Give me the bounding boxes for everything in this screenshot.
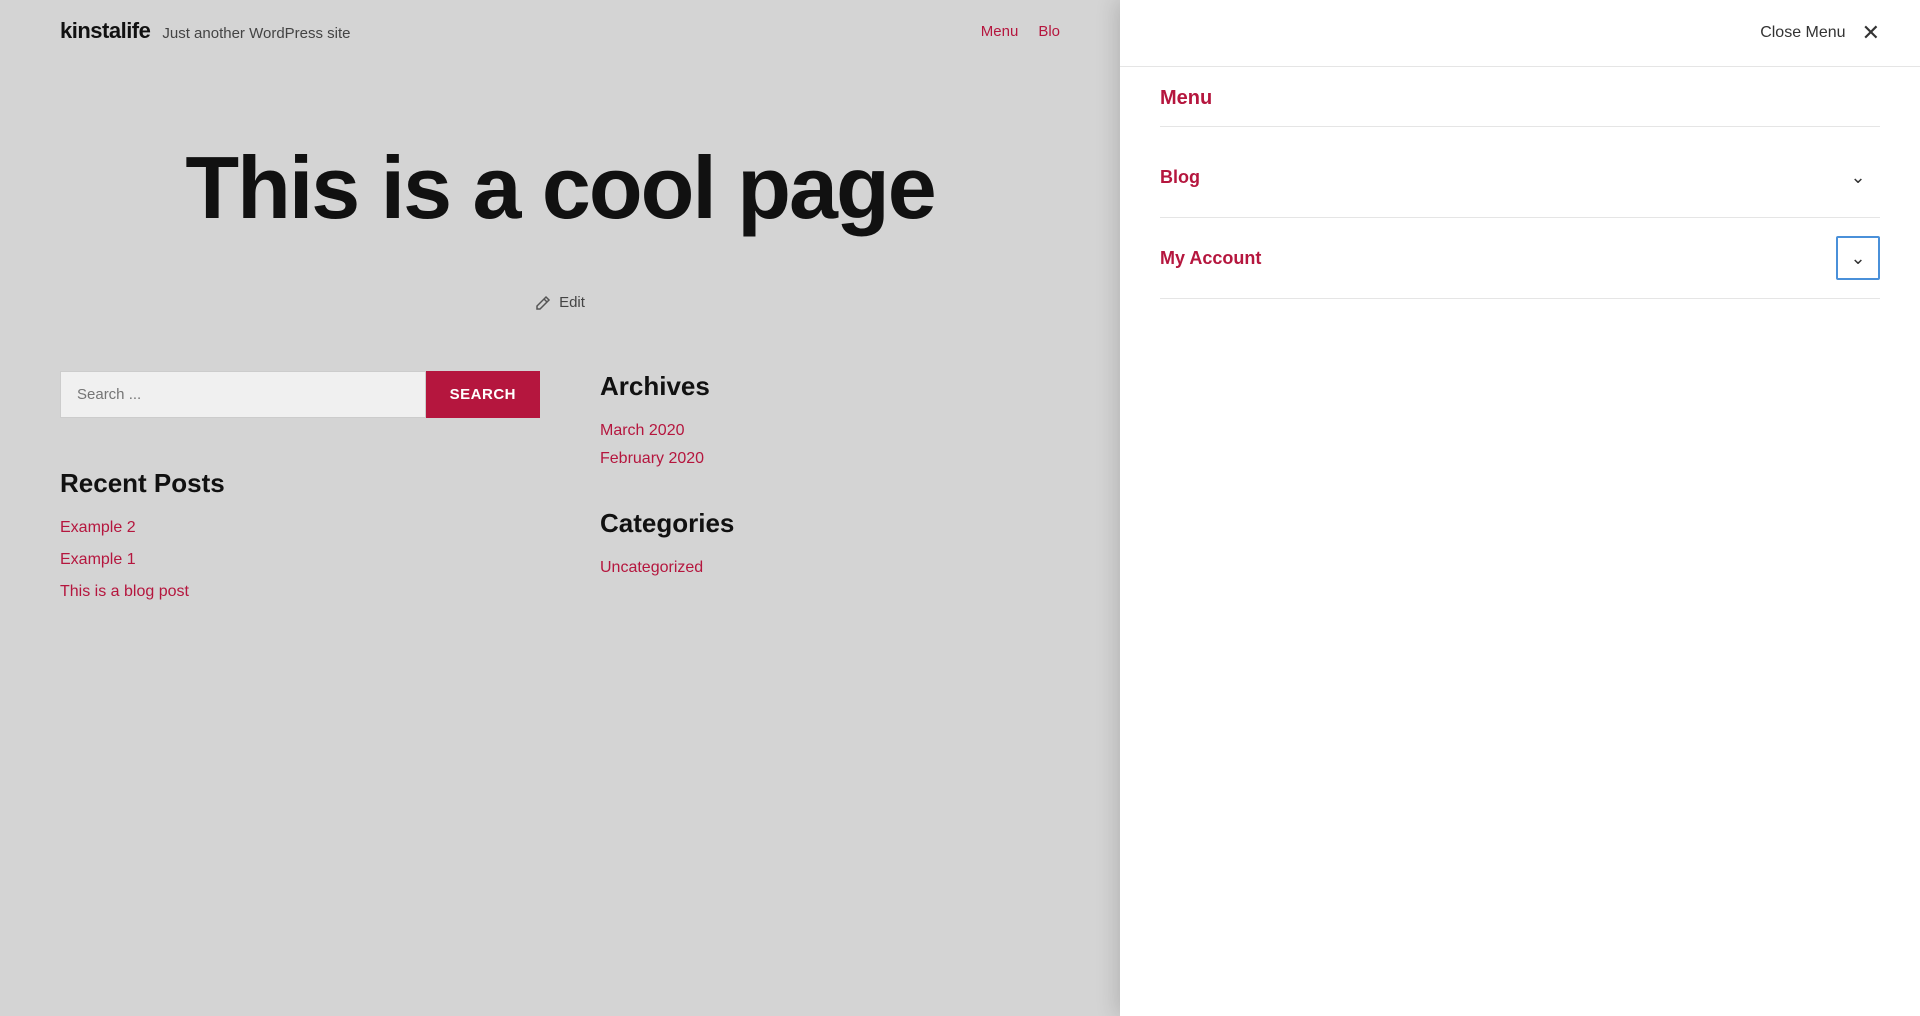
nav-item-my-account-label[interactable]: My Account bbox=[1160, 248, 1261, 269]
blog-chevron-button[interactable]: ⌄ bbox=[1836, 155, 1880, 199]
site-tagline: Just another WordPress site bbox=[162, 25, 350, 42]
page-title: This is a cool page bbox=[185, 142, 934, 234]
categories-title: Categories bbox=[600, 508, 1000, 539]
list-item: Example 1 bbox=[60, 551, 540, 569]
close-menu-label: Close Menu bbox=[1760, 24, 1845, 42]
recent-post-link-1[interactable]: Example 2 bbox=[60, 519, 136, 536]
archives-title: Archives bbox=[600, 371, 1000, 402]
archives-list: March 2020 February 2020 bbox=[600, 422, 1000, 468]
hero-section: This is a cool page bbox=[0, 62, 1120, 274]
recent-posts-title: Recent Posts bbox=[60, 468, 540, 499]
header-nav-blog[interactable]: Blo bbox=[1038, 23, 1060, 40]
list-item: Uncategorized bbox=[600, 559, 1000, 577]
site-header: kinstalife Just another WordPress site M… bbox=[0, 0, 1120, 62]
search-widget: SEARCH bbox=[60, 371, 540, 418]
close-menu-button[interactable]: ✕ bbox=[1862, 22, 1880, 44]
search-button[interactable]: SEARCH bbox=[426, 371, 540, 418]
edit-link[interactable]: Edit bbox=[535, 294, 585, 311]
nav-item-blog[interactable]: Blog ⌄ bbox=[1160, 137, 1880, 218]
site-title: kinstalife bbox=[60, 18, 150, 44]
overlay-header: Close Menu ✕ bbox=[1120, 0, 1920, 67]
edit-label: Edit bbox=[559, 294, 585, 311]
widgets-area: SEARCH Recent Posts Example 2 Example 1 bbox=[60, 371, 540, 641]
list-item: Example 2 bbox=[60, 519, 540, 537]
content-area: SEARCH Recent Posts Example 2 Example 1 bbox=[0, 371, 1120, 701]
categories-list: Uncategorized bbox=[600, 559, 1000, 577]
nav-item-blog-label[interactable]: Blog bbox=[1160, 167, 1200, 188]
list-item: March 2020 bbox=[600, 422, 1000, 440]
overlay-nav: Menu Blog ⌄ My Account ⌄ bbox=[1120, 67, 1920, 319]
list-item: February 2020 bbox=[600, 450, 1000, 468]
edit-icon bbox=[535, 295, 551, 311]
list-item: This is a blog post bbox=[60, 583, 540, 601]
site-area: kinstalife Just another WordPress site M… bbox=[0, 0, 1120, 1016]
overlay-nav-title: Menu bbox=[1160, 87, 1880, 127]
sidebar-right: Archives March 2020 February 2020 Catego… bbox=[600, 371, 1000, 641]
recent-posts-widget: Recent Posts Example 2 Example 1 This is… bbox=[60, 468, 540, 601]
category-link-uncategorized[interactable]: Uncategorized bbox=[600, 559, 703, 576]
my-account-chevron-button[interactable]: ⌄ bbox=[1836, 236, 1880, 280]
search-input[interactable] bbox=[60, 371, 426, 418]
menu-overlay: Close Menu ✕ Menu Blog ⌄ My Account ⌄ bbox=[1120, 0, 1920, 1016]
recent-posts-list: Example 2 Example 1 This is a blog post bbox=[60, 519, 540, 601]
categories-widget: Categories Uncategorized bbox=[600, 508, 1000, 577]
search-form: SEARCH bbox=[60, 371, 540, 418]
site-branding: kinstalife Just another WordPress site bbox=[60, 18, 351, 44]
recent-post-link-3[interactable]: This is a blog post bbox=[60, 583, 189, 600]
recent-post-link-2[interactable]: Example 1 bbox=[60, 551, 136, 568]
archive-link-march[interactable]: March 2020 bbox=[600, 422, 685, 439]
archive-link-february[interactable]: February 2020 bbox=[600, 450, 704, 467]
edit-section: Edit bbox=[0, 274, 1120, 371]
header-nav-menu[interactable]: Menu bbox=[981, 23, 1019, 40]
header-nav: Menu Blo bbox=[981, 23, 1060, 40]
archives-widget: Archives March 2020 February 2020 bbox=[600, 371, 1000, 468]
nav-item-my-account[interactable]: My Account ⌄ bbox=[1160, 218, 1880, 299]
